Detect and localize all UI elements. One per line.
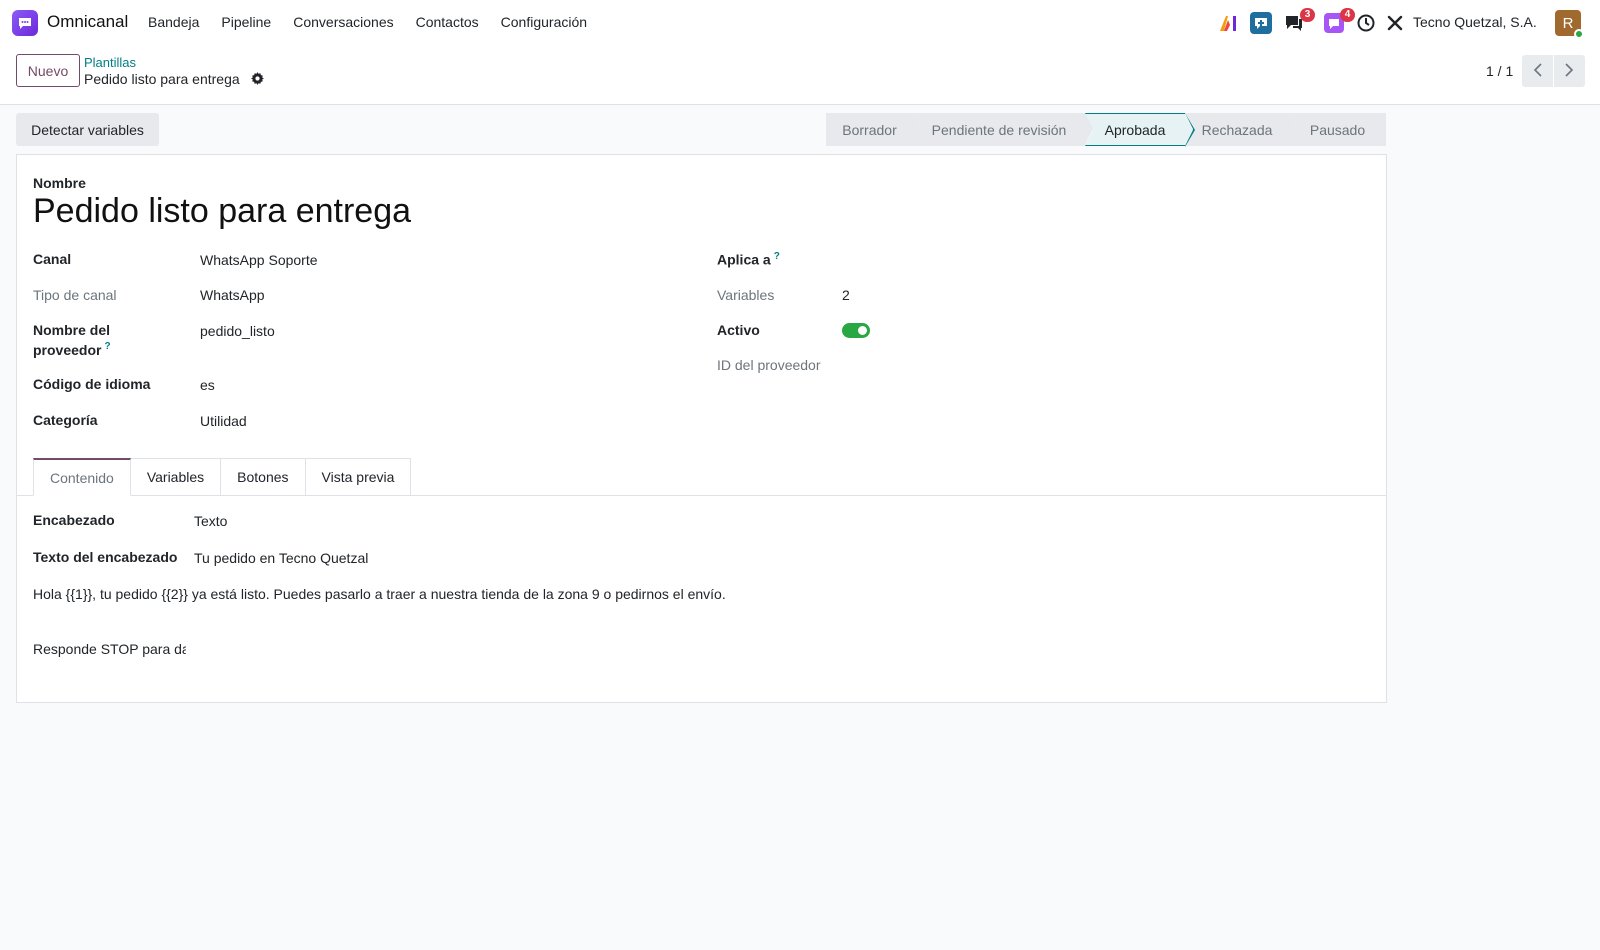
tab-botones[interactable]: Botones — [221, 458, 306, 496]
breadcrumb-plantillas[interactable]: Plantillas — [84, 55, 136, 70]
menu-item-pipeline[interactable]: Pipeline — [221, 14, 271, 30]
status-bar: Borrador Pendiente de revisión Aprobada … — [826, 113, 1386, 147]
activo-label: Activo — [717, 322, 760, 338]
tab-vista-previa[interactable]: Vista previa — [305, 458, 412, 496]
clock-icon[interactable] — [1355, 12, 1377, 34]
notebook-tabs: Contenido Variables Botones Vista previa — [33, 458, 412, 496]
codigo-idioma-field[interactable]: es — [200, 377, 215, 393]
id-proveedor-label: ID del proveedor — [717, 357, 821, 373]
new-button[interactable]: Nuevo — [16, 54, 80, 87]
name-label: Nombre — [33, 175, 86, 191]
chevron-left-icon — [1533, 62, 1542, 80]
texto-encabezado-field[interactable]: Tu pedido en Tecno Quetzal — [194, 550, 368, 566]
canal-field[interactable]: WhatsApp Soporte — [200, 252, 318, 268]
ai-icon[interactable] — [1218, 12, 1240, 34]
avatar-initial: R — [1562, 14, 1574, 32]
tools-icon[interactable] — [1384, 12, 1406, 34]
main-menu: Bandeja Pipeline Conversaciones Contacto… — [148, 14, 609, 30]
gear-icon[interactable] — [251, 72, 264, 88]
tab-contenido[interactable]: Contenido — [33, 458, 131, 496]
activity-icon[interactable]: 4 — [1323, 8, 1355, 34]
messages-icon[interactable]: 3 — [1283, 8, 1315, 34]
encabezado-field[interactable]: Texto — [194, 513, 227, 529]
stage-label: Pausado — [1309, 121, 1366, 138]
user-avatar[interactable]: R — [1555, 10, 1584, 39]
chat-bubble-icon[interactable] — [1250, 12, 1272, 34]
variables-count: 2 — [842, 287, 850, 303]
app-name[interactable]: Omnicanal — [47, 12, 128, 32]
help-icon[interactable]: ? — [774, 251, 780, 262]
pager-next-button[interactable] — [1554, 55, 1585, 87]
footer-text-field[interactable]: Responde STOP para darte de baja. — [33, 641, 186, 657]
aplica-label-text: Aplica a — [717, 251, 771, 268]
encabezado-label: Encabezado — [33, 512, 115, 528]
tipo-canal-label: Tipo de canal — [33, 287, 117, 303]
stage-rechazada[interactable]: Rechazada — [1185, 113, 1297, 146]
pager-value[interactable]: 1 / 1 — [1486, 63, 1513, 79]
menu-item-contactos[interactable]: Contactos — [416, 14, 479, 30]
aplica-label: Aplica a? — [717, 251, 780, 268]
record-title: Pedido listo para entrega — [84, 71, 240, 87]
pager-previous-button[interactable] — [1522, 55, 1553, 87]
activity-badge: 4 — [1340, 8, 1355, 22]
variables-label: Variables — [717, 287, 775, 303]
menu-item-conversaciones[interactable]: Conversaciones — [293, 14, 393, 30]
name-field[interactable]: Pedido listo para entrega — [33, 192, 411, 231]
label-line-1: Nombre del — [33, 322, 111, 338]
menu-item-bandeja[interactable]: Bandeja — [148, 14, 199, 30]
canal-label: Canal — [33, 251, 72, 267]
codigo-idioma-label: Código de idioma — [33, 376, 151, 392]
label-line-2: proveedor — [33, 342, 102, 358]
stage-aprobada[interactable]: Aprobada — [1085, 113, 1195, 147]
help-icon[interactable]: ? — [104, 341, 110, 352]
online-status-dot — [1574, 29, 1584, 39]
nombre-proveedor-label: Nombre del proveedor? — [33, 322, 111, 358]
detect-variables-button[interactable]: Detectar variables — [16, 113, 159, 146]
stage-pausado[interactable]: Pausado — [1289, 113, 1386, 146]
stage-borrador[interactable]: Borrador — [826, 113, 921, 146]
categoria-field[interactable]: Utilidad — [200, 413, 247, 429]
control-panel: Nuevo Plantillas Pedido listo para entre… — [0, 46, 1600, 105]
tipo-canal-field: WhatsApp — [200, 287, 265, 303]
menu-item-configuracion[interactable]: Configuración — [501, 14, 587, 30]
app-logo-icon[interactable] — [12, 10, 38, 36]
body-text-field[interactable]: Hola {{1}}, tu pedido {{2}} ya está list… — [33, 586, 726, 602]
messages-badge: 3 — [1300, 8, 1315, 22]
stage-pendiente-revision[interactable]: Pendiente de revisión — [913, 113, 1093, 146]
categoria-label: Categoría — [33, 412, 98, 428]
texto-encabezado-label: Texto del encabezado — [33, 549, 178, 565]
tab-variables[interactable]: Variables — [130, 458, 222, 496]
form-sheet: Nombre Pedido listo para entrega Canal W… — [16, 154, 1387, 703]
stage-label: Pendiente de revisión — [931, 121, 1067, 138]
stage-label: Rechazada — [1201, 121, 1273, 138]
chevron-right-icon — [1565, 62, 1574, 80]
stage-label: Aprobada — [1104, 121, 1166, 138]
nombre-proveedor-field[interactable]: pedido_listo — [200, 323, 275, 339]
stage-label: Borrador — [842, 121, 897, 138]
top-navbar: Omnicanal Bandeja Pipeline Conversacione… — [0, 0, 1600, 46]
company-switcher[interactable]: Tecno Quetzal, S.A. — [1413, 14, 1537, 30]
activo-toggle[interactable] — [842, 323, 870, 338]
